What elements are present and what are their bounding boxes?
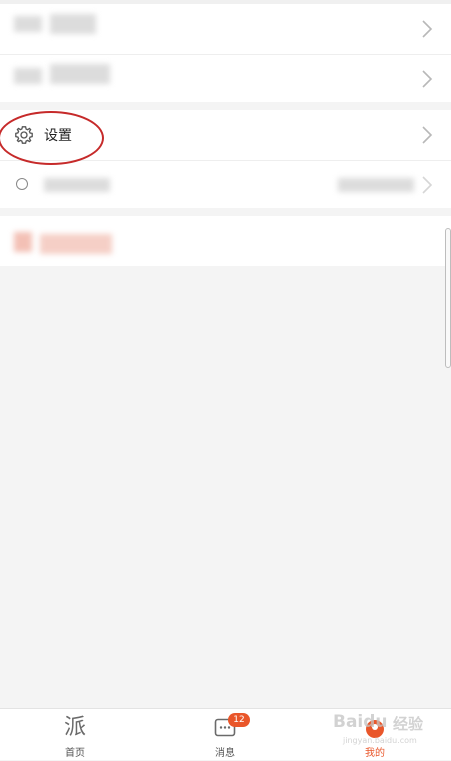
chevron-right-icon	[421, 19, 433, 39]
circle-icon	[16, 178, 28, 190]
unread-badge: 12	[228, 713, 250, 727]
tab-home[interactable]: 派 首页	[0, 709, 150, 761]
menu-row-blurred-4[interactable]	[0, 216, 451, 266]
blurred-icon	[14, 232, 32, 252]
baidu-watermark: Baidu 经验 jingyan.baidu.com	[333, 706, 451, 752]
menu-row-blurred-1[interactable]	[0, 4, 451, 54]
tab-messages[interactable]: 消息	[150, 709, 300, 761]
blurred-label	[44, 178, 110, 192]
chevron-right-icon	[421, 175, 433, 195]
blurred-icon	[14, 16, 42, 32]
blurred-icon	[14, 68, 42, 84]
menu-row-blurred-3[interactable]	[0, 160, 451, 210]
blurred-label	[50, 64, 110, 84]
pai-logo-icon: 派	[63, 715, 87, 740]
menu-row-blurred-2[interactable]	[0, 54, 451, 104]
chevron-right-icon	[421, 125, 433, 145]
menu-group-1	[0, 4, 451, 102]
annotation-circle	[0, 111, 104, 165]
watermark-url: jingyan.baidu.com	[343, 736, 417, 745]
scrollbar[interactable]	[445, 228, 451, 368]
blurred-value	[338, 178, 414, 192]
blurred-label	[50, 14, 96, 34]
watermark-brand: Baidu	[333, 712, 388, 732]
blurred-label	[40, 234, 112, 254]
tab-messages-label: 消息	[215, 748, 235, 759]
tab-home-label: 首页	[65, 748, 85, 759]
watermark-suffix: 经验	[393, 715, 424, 733]
chevron-right-icon	[421, 69, 433, 89]
menu-group-3	[0, 216, 451, 266]
